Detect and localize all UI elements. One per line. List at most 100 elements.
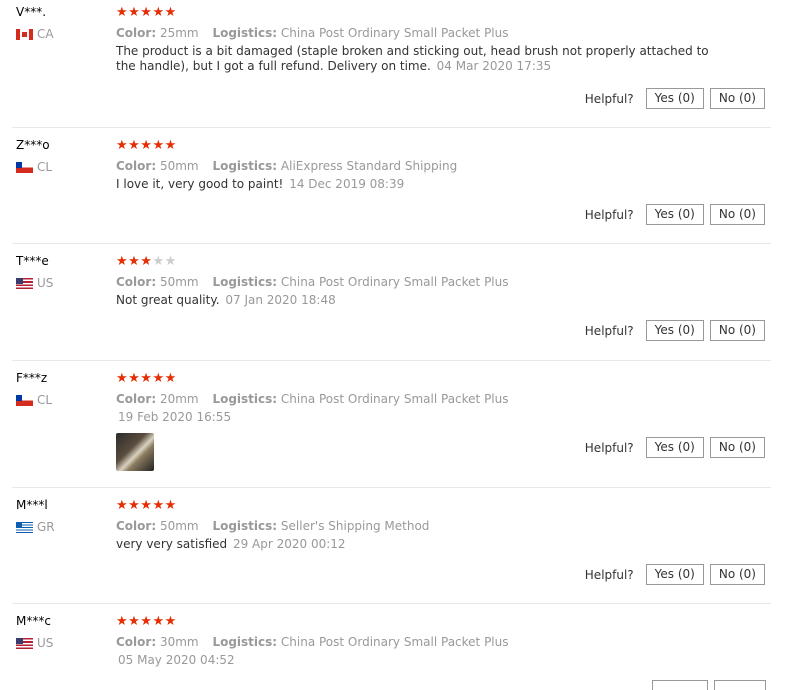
- reviewer-info: V***. CA: [16, 5, 54, 41]
- logistics-label: Logistics:: [212, 519, 278, 533]
- helpful-no-button[interactable]: No (0): [709, 88, 765, 109]
- review-body: I love it, very good to paint!: [116, 177, 284, 191]
- logistics-label: Logistics:: [212, 275, 278, 289]
- reviewer-name: T***e: [16, 254, 49, 268]
- reviewer-country: GR: [16, 520, 55, 534]
- country-code: US: [37, 636, 54, 650]
- color-label: Color:: [116, 392, 157, 406]
- logistics-label: Logistics:: [212, 635, 278, 649]
- review-content: ★★★★★ Color: 30mm Logistics: China Post …: [116, 614, 716, 668]
- helpful-yes-button[interactable]: Yes (0): [645, 320, 704, 341]
- review-item: M***l GR ★★★★★ Color: 50mm Logistics: Se…: [12, 488, 771, 604]
- review-date: 04 Mar 2020 17:35: [436, 59, 552, 73]
- review-date: 05 May 2020 04:52: [118, 653, 235, 667]
- reviewer-info: F***z CL: [16, 371, 52, 407]
- helpful-label: Helpful?: [584, 91, 634, 106]
- country-code: CL: [37, 160, 53, 174]
- review-item: Z***o CL ★★★★★ Color: 50mm Logistics: Al…: [12, 128, 771, 244]
- reviewer-name: Z***o: [16, 138, 50, 152]
- color-value: 50mm: [159, 519, 199, 533]
- review-content: ★★★★★ Color: 25mm Logistics: China Post …: [116, 5, 716, 74]
- reviewer-country: CA: [16, 27, 54, 41]
- usa-flag-icon: [16, 637, 33, 649]
- usa-flag-icon: [16, 277, 33, 289]
- reviewer-name: M***l: [16, 498, 48, 512]
- greece-flag-icon: [16, 521, 33, 533]
- review-item: F***z CL ★★★★★ Color: 20mm Logistics: Ch…: [12, 361, 771, 488]
- color-label: Color:: [116, 635, 157, 649]
- logistics-value: AliExpress Standard Shipping: [280, 159, 458, 173]
- star-rating: ★★★★★: [116, 371, 177, 386]
- review-photo-thumbnail[interactable]: [116, 433, 154, 471]
- helpful-yes-button[interactable]: Yes (0): [645, 204, 704, 225]
- reviewer-country: CL: [16, 393, 52, 407]
- reviewer-info: M***l GR: [16, 498, 55, 534]
- helpful-voting: Helpful? Yes (0) No (0): [585, 564, 765, 585]
- review-text: The product is a bit damaged (staple bro…: [116, 44, 716, 74]
- review-text: very very satisfied 29 Apr 2020 00:12: [116, 537, 716, 552]
- star-rating: ★★★★★: [116, 498, 177, 513]
- reviewer-country: CL: [16, 160, 52, 174]
- color-value: 30mm: [159, 635, 199, 649]
- review-meta: Color: 50mm Logistics: AliExpress Standa…: [116, 158, 716, 174]
- helpful-voting: Helpful? Yes (0) No (0): [585, 204, 765, 225]
- helpful-label: Helpful?: [584, 323, 634, 338]
- helpful-yes-button[interactable]: Yes (0): [645, 437, 704, 458]
- reviewer-info: M***c US: [16, 614, 53, 650]
- logistics-value: Seller's Shipping Method: [280, 519, 430, 533]
- logistics-label: Logistics:: [212, 159, 278, 173]
- reviewer-country: US: [16, 636, 53, 650]
- reviewer-info: Z***o CL: [16, 138, 52, 174]
- helpful-no-button[interactable]: No (0): [709, 564, 765, 585]
- review-body: Not great quality.: [116, 293, 220, 307]
- reviewer-info: T***e US: [16, 254, 53, 290]
- helpful-no-button[interactable]: No (0): [709, 320, 765, 341]
- review-content: ★★★★★ Color: 20mm Logistics: China Post …: [116, 371, 716, 425]
- reviewer-name: M***c: [16, 614, 51, 628]
- review-text: I love it, very good to paint! 14 Dec 20…: [116, 177, 716, 192]
- review-item: T***e US ★★★★★ Color: 50mm Logistics: Ch…: [12, 244, 771, 361]
- color-label: Color:: [116, 159, 157, 173]
- logistics-label: Logistics:: [212, 392, 278, 406]
- review-meta: Color: 20mm Logistics: China Post Ordina…: [116, 391, 716, 407]
- country-code: CA: [37, 27, 54, 41]
- reviewer-name: F***z: [16, 371, 48, 385]
- review-meta: Color: 30mm Logistics: China Post Ordina…: [116, 634, 716, 650]
- helpful-label: Helpful?: [584, 440, 634, 455]
- star-rating: ★★★★★: [116, 138, 177, 153]
- helpful-no-button[interactable]: No (0): [709, 437, 765, 458]
- chile-flag-icon: [16, 394, 33, 406]
- logistics-label: Logistics:: [212, 26, 278, 40]
- country-code: CL: [37, 393, 53, 407]
- helpful-label: Helpful?: [584, 567, 634, 582]
- helpful-yes-button[interactable]: Yes (0): [645, 88, 704, 109]
- review-meta: Color: 50mm Logistics: China Post Ordina…: [116, 274, 716, 290]
- reviewer-name: V***.: [16, 5, 47, 19]
- review-text: 05 May 2020 04:52: [116, 653, 716, 668]
- star-rating: ★★★★★: [116, 254, 177, 269]
- helpful-no-button[interactable]: [714, 680, 766, 690]
- review-text: Not great quality. 07 Jan 2020 18:48: [116, 293, 716, 308]
- color-value: 50mm: [159, 159, 199, 173]
- helpful-yes-button[interactable]: Yes (0): [645, 564, 704, 585]
- review-item: M***c US ★★★★★ Color: 30mm Logistics: Ch…: [12, 604, 771, 690]
- color-label: Color:: [116, 26, 157, 40]
- logistics-value: China Post Ordinary Small Packet Plus: [280, 26, 509, 40]
- helpful-no-button[interactable]: No (0): [709, 204, 765, 225]
- helpful-voting: Helpful? Yes (0) No (0): [585, 320, 765, 341]
- review-date: 19 Feb 2020 16:55: [118, 410, 232, 424]
- review-date: 29 Apr 2020 00:12: [232, 537, 346, 551]
- reviewer-country: US: [16, 276, 53, 290]
- review-meta: Color: 50mm Logistics: Seller's Shipping…: [116, 518, 716, 534]
- color-value: 25mm: [159, 26, 199, 40]
- review-meta: Color: 25mm Logistics: China Post Ordina…: [116, 25, 716, 41]
- review-text: 19 Feb 2020 16:55: [116, 410, 716, 425]
- helpful-label: Helpful?: [584, 207, 634, 222]
- review-body: very very satisfied: [116, 537, 228, 551]
- logistics-value: China Post Ordinary Small Packet Plus: [280, 275, 509, 289]
- helpful-voting: Helpful? Yes (0) No (0): [585, 437, 765, 458]
- country-code: US: [37, 276, 54, 290]
- helpful-yes-button[interactable]: [652, 680, 708, 690]
- review-content: ★★★★★ Color: 50mm Logistics: China Post …: [116, 254, 716, 308]
- review-content: ★★★★★ Color: 50mm Logistics: Seller's Sh…: [116, 498, 716, 552]
